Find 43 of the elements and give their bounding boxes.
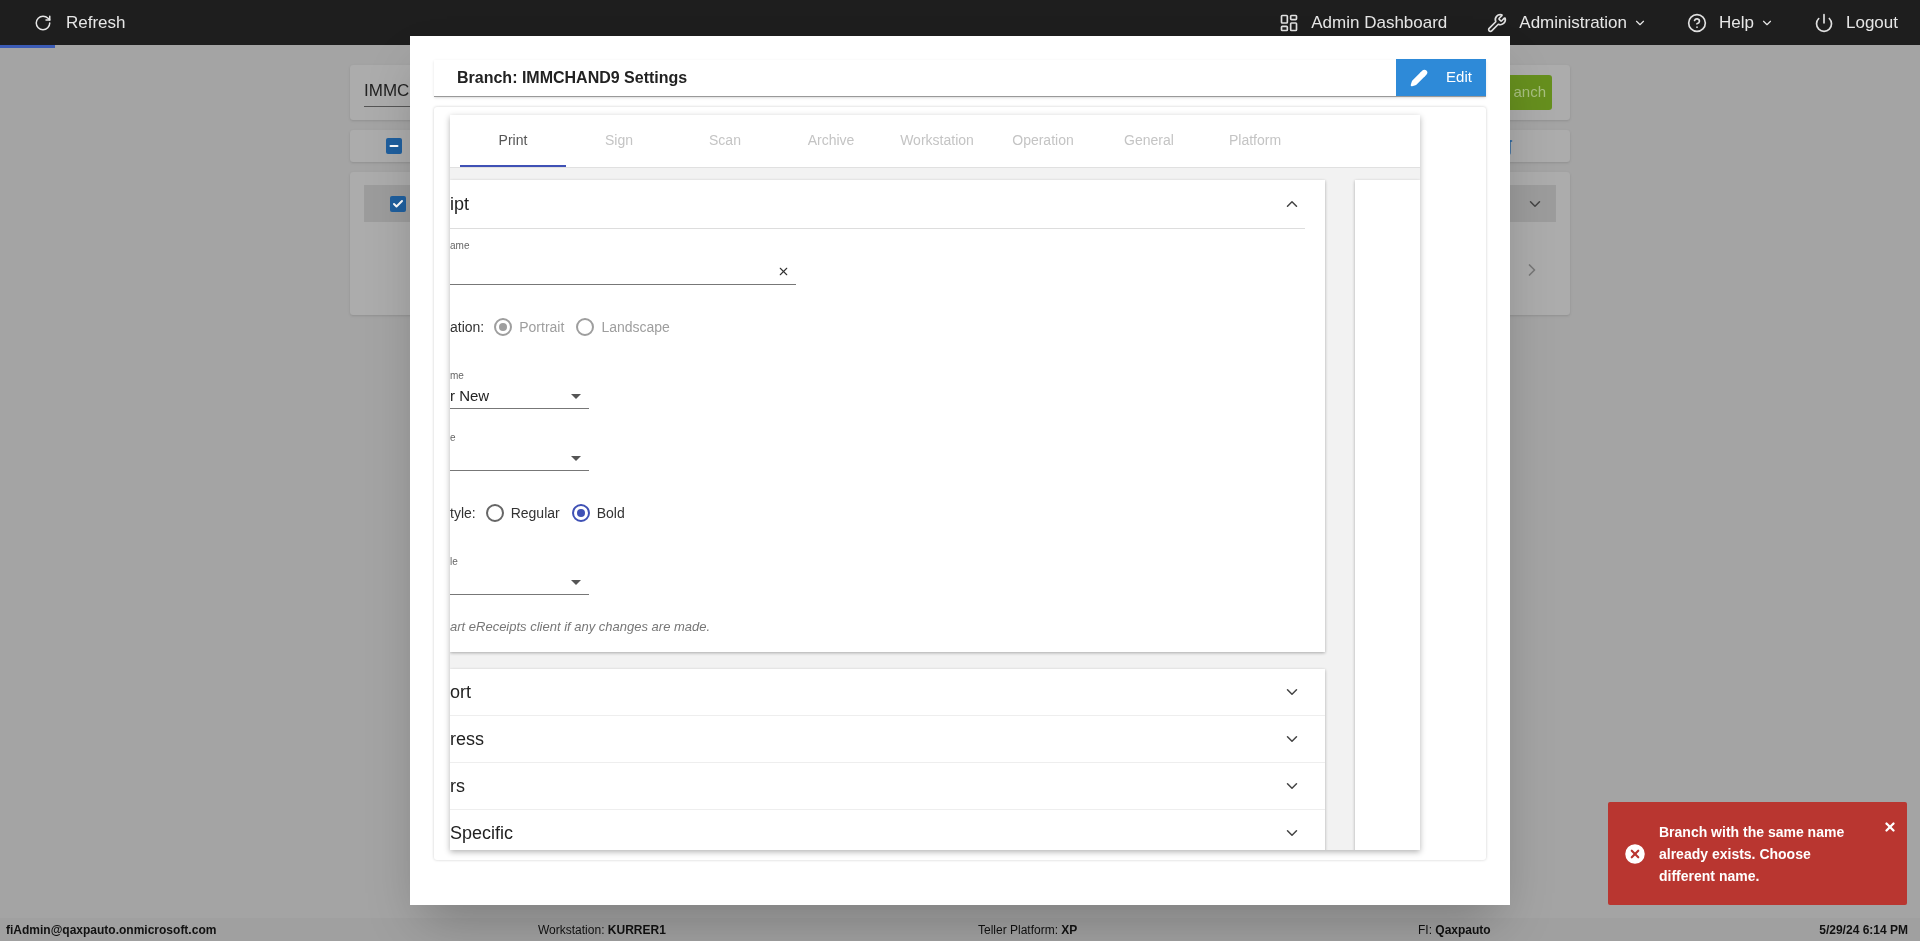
refresh-button[interactable]: Refresh xyxy=(34,9,126,36)
field-label: ame xyxy=(450,239,471,253)
radio-label: Bold xyxy=(596,503,625,523)
field-label: e xyxy=(450,431,457,445)
nav-menu-item[interactable]: Logout xyxy=(1814,9,1898,36)
close-icon[interactable] xyxy=(1883,820,1897,834)
section-header[interactable]: ort xyxy=(450,669,1325,716)
section-header[interactable]: ipt xyxy=(450,180,1305,229)
user-email: fiAdmin@qaxpauto.onmicrosoft.com xyxy=(6,921,218,939)
radio-button[interactable] xyxy=(571,504,590,522)
dialog-title: Branch: IMMCHAND9 Settings xyxy=(457,68,688,88)
status-item: Teller Platform: XP xyxy=(978,921,1079,939)
field-label: tyle: xyxy=(450,503,476,523)
dropdown-field[interactable]: r New xyxy=(450,385,589,409)
date-time: 5/29/24 6:14 PM xyxy=(1819,921,1908,939)
dashboard-icon xyxy=(1279,12,1300,33)
dropdown-arrow-icon xyxy=(571,394,581,399)
radio-button[interactable] xyxy=(485,504,504,522)
wrench-icon xyxy=(1487,12,1508,33)
radio-label: Regular xyxy=(510,503,560,523)
toast-message: Branch with the same name already exists. Choose different name. xyxy=(1659,822,1846,886)
nav-menu-item[interactable]: Admin Dashboard xyxy=(1279,9,1448,36)
status-item: Workstation: KURRER1 xyxy=(538,921,667,939)
radio-label: Portrait xyxy=(519,317,565,337)
edit-button[interactable]: Edit xyxy=(1396,59,1486,96)
field-label: me xyxy=(450,369,465,383)
field-label: ation: xyxy=(450,317,485,337)
restart-note: art eReceipts client if any changes are made. xyxy=(450,618,712,636)
status-item: FI: Qaxpauto xyxy=(1418,921,1491,939)
section-header[interactable]: ress xyxy=(450,716,1325,763)
dropdown-arrow-icon xyxy=(571,456,581,461)
section-header[interactable]: rs xyxy=(450,763,1325,810)
nav-menu-item[interactable]: Help xyxy=(1687,9,1774,36)
help-icon xyxy=(1687,12,1708,33)
dropdown-arrow-icon xyxy=(571,580,581,585)
section-header[interactable]: Specific xyxy=(450,810,1325,850)
clear-icon[interactable] xyxy=(777,265,790,278)
field-label: le xyxy=(450,555,459,569)
power-icon xyxy=(1814,12,1834,33)
radio-label: Landscape xyxy=(601,317,670,337)
pencil-icon xyxy=(1410,68,1429,87)
refresh-icon xyxy=(34,13,52,32)
nav-menu-item[interactable]: Administration xyxy=(1487,9,1648,36)
